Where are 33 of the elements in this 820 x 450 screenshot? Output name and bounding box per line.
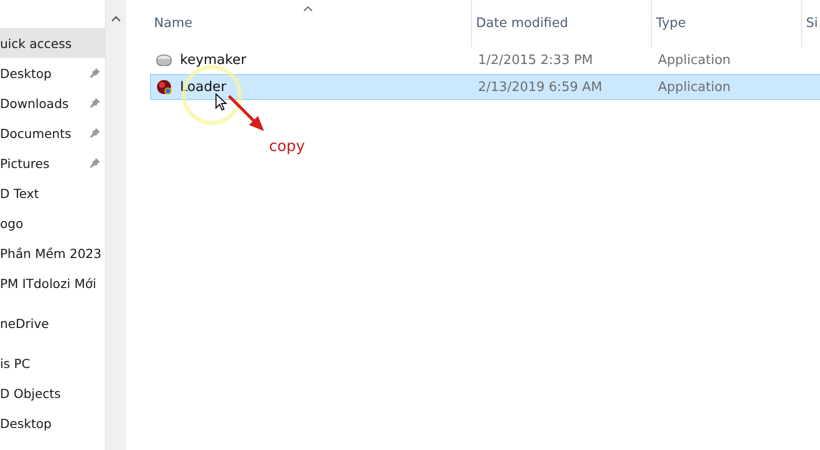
nav-item[interactable]: Documents — [0, 118, 106, 148]
column-header[interactable]: Type — [652, 0, 802, 47]
sort-caret-icon — [303, 6, 313, 12]
annotation-label: copy — [269, 137, 305, 155]
column-header[interactable]: Name — [150, 0, 472, 47]
date-cell-text: 2/13/2019 6:59 AM — [477, 80, 604, 94]
file-name: Loader — [180, 79, 226, 95]
column-header[interactable]: Si — [802, 0, 820, 47]
column-header[interactable]: Date modified — [472, 0, 652, 47]
type-cell-text: Application — [657, 80, 732, 94]
cursor-icon — [215, 93, 227, 111]
scroll-up-icon[interactable] — [111, 15, 122, 22]
nav-item[interactable]: Pictures — [0, 148, 106, 178]
nav-item[interactable]: Downloads — [0, 88, 106, 118]
nav-item[interactable]: D Text — [0, 178, 106, 208]
nav-item[interactable]: neDrive — [0, 308, 106, 338]
nav-item[interactable]: uick access — [0, 28, 106, 58]
nav-item[interactable]: D Objects — [0, 378, 106, 408]
nav-item[interactable]: PM ITdolozi Mới — [0, 268, 106, 298]
date-cell-text: 1/2/2015 2:33 PM — [477, 52, 594, 68]
nav-item[interactable]: Desktop — [0, 408, 106, 438]
file-name: keymaker — [180, 52, 246, 68]
type-cell-text: Application — [657, 52, 732, 68]
drive-icon — [156, 54, 172, 66]
nav-item[interactable]: is PC — [0, 348, 106, 378]
file-row[interactable]: Loader 2/13/2019 6:59 AM Application — [150, 74, 820, 100]
nav-item[interactable]: ogo — [0, 208, 106, 238]
nav-item[interactable]: Phần Mềm 2023 — [0, 238, 106, 268]
file-row[interactable]: keymaker 1/2/2015 2:33 PM Application — [150, 47, 820, 73]
arrow-annotation — [227, 94, 267, 134]
disc-icon — [156, 79, 172, 95]
scrollbar[interactable] — [105, 0, 126, 450]
nav-item[interactable]: Desktop — [0, 58, 106, 88]
